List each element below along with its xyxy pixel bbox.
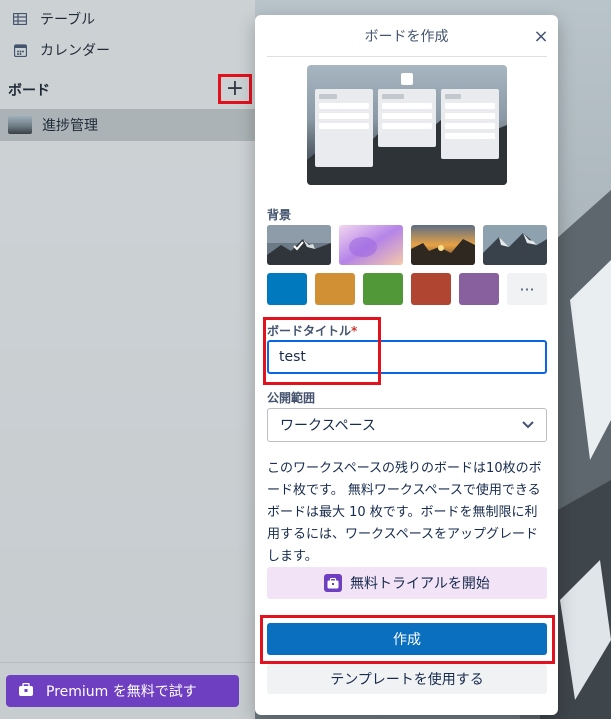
background-color-orange[interactable]	[315, 273, 355, 305]
add-board-button[interactable]: +	[218, 74, 252, 104]
chevron-down-icon	[520, 416, 536, 432]
preview-card	[319, 113, 369, 119]
board-name: 進捗管理	[42, 118, 98, 134]
background-photo-option[interactable]	[411, 225, 475, 265]
preview-card	[445, 123, 495, 129]
preview-card	[382, 94, 404, 99]
boards-section-header: ボード	[8, 83, 50, 99]
visibility-select[interactable]: ワークスペース	[267, 408, 547, 442]
background-photo-option[interactable]	[483, 225, 547, 265]
use-template-button[interactable]: テンプレートを使用する	[267, 664, 547, 694]
briefcase-icon	[18, 683, 36, 699]
background-color-blue[interactable]	[267, 273, 307, 305]
trial-label: 無料トライアルを開始	[350, 576, 490, 592]
background-color-red[interactable]	[411, 273, 451, 305]
preview-card	[319, 94, 337, 99]
preview-card	[319, 103, 369, 109]
dialog-title: ボードを作成	[364, 28, 449, 45]
preview-card	[382, 103, 432, 109]
background-color-purple[interactable]	[459, 273, 499, 305]
divider	[267, 56, 547, 57]
workspace-limit-info: このワークスペースの残りのボードは10枚のボード枚です。 無料ワークスペースで使…	[267, 461, 542, 564]
background-photo-option[interactable]	[267, 225, 331, 265]
table-icon	[12, 11, 28, 27]
visibility-value: ワークスペース	[280, 418, 376, 434]
board-title-label: ボードタイトル*	[267, 322, 357, 339]
background-label: 背景	[267, 208, 292, 222]
sidebar-board-item[interactable]: 進捗管理	[0, 109, 255, 141]
preview-card	[319, 123, 369, 129]
create-board-dialog: ボードを作成 × 背景 ··· ボードタイトル* test 公開範囲 ワークスペ…	[255, 15, 558, 715]
sidebar-item-calendar[interactable]: カレンダー	[0, 35, 255, 65]
premium-trial-button[interactable]: Premium を無料で試す	[6, 675, 239, 707]
board-thumbnail	[8, 116, 32, 134]
preview-card	[445, 113, 495, 119]
preview-logo-icon	[401, 73, 413, 85]
premium-label: Premium を無料で試す	[46, 684, 197, 700]
visibility-label: 公開範囲	[267, 391, 316, 405]
board-preview-image	[307, 65, 507, 185]
sidebar-item-label: カレンダー	[40, 43, 110, 59]
background-photo-option[interactable]	[339, 225, 403, 265]
preview-card	[382, 113, 432, 119]
divider	[0, 662, 255, 663]
preview-card	[445, 133, 495, 139]
sidebar-item-label: テーブル	[40, 12, 96, 28]
preview-card	[382, 123, 432, 129]
preview-card	[445, 94, 461, 99]
board-title-input[interactable]: test	[267, 340, 547, 374]
more-backgrounds-button[interactable]: ···	[507, 273, 547, 305]
background-color-green[interactable]	[363, 273, 403, 305]
board-title-label-text: ボードタイトル	[267, 324, 352, 338]
preview-card	[445, 103, 495, 109]
required-marker: *	[351, 324, 358, 338]
briefcase-icon	[324, 574, 343, 592]
calendar-icon	[12, 42, 28, 58]
create-button[interactable]: 作成	[267, 623, 547, 655]
start-free-trial-button[interactable]: 無料トライアルを開始	[267, 567, 547, 599]
close-icon[interactable]: ×	[531, 26, 551, 47]
sidebar: テーブル カレンダー ボード + 進捗管理 Premium を無料で試す	[0, 0, 255, 719]
sidebar-item-table[interactable]: テーブル	[0, 4, 255, 34]
